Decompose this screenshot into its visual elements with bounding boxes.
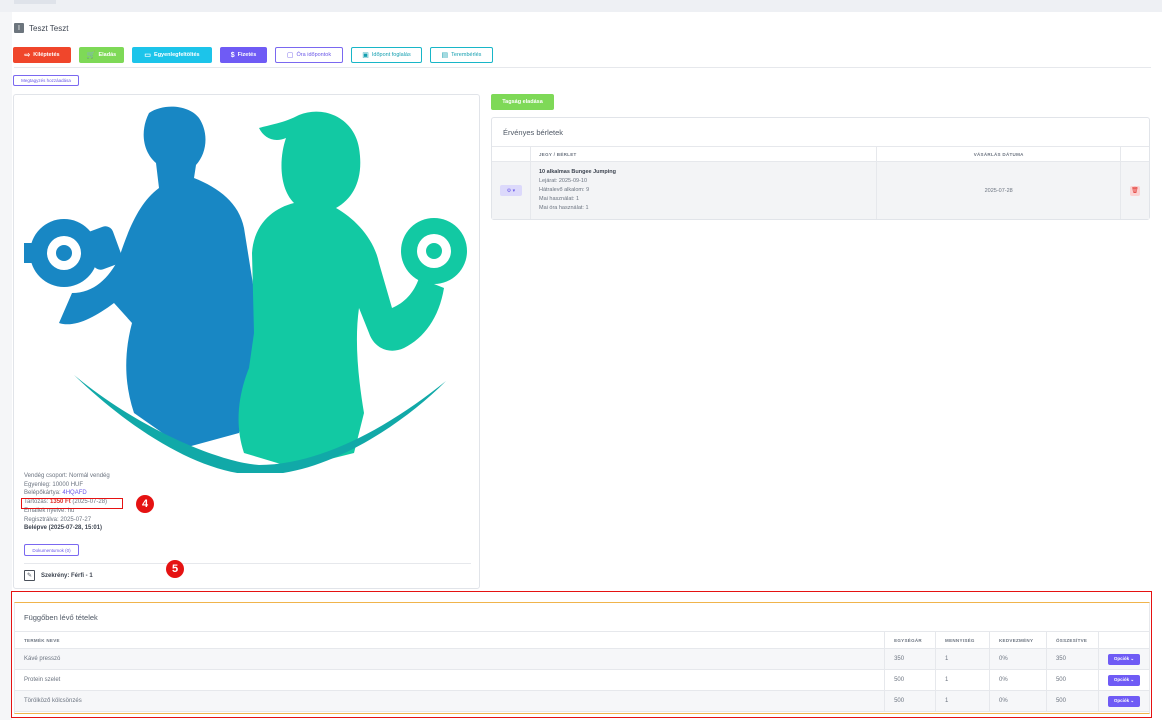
item-options-button[interactable]: Opciók ⌄ [1108,695,1140,707]
pass-options-button[interactable]: ⚙ ▾ [500,185,522,196]
passes-header-actions [492,147,531,162]
calendar-icon: ▢ [286,52,294,59]
trash-icon[interactable]: 🗑 [1129,185,1140,196]
items-header-unit: EGYSÉGÁR [884,631,937,649]
annotation-marker-5: 5 [166,560,184,578]
locker-label: Szekrény: Férfi - 1 [41,572,93,579]
payment-button[interactable]: $ Fizetés [220,47,267,63]
table-row: Törölköző kölcsönzés 500 1 0% 500 Opciók… [15,690,1149,712]
item-unit-price: 500 [884,669,937,691]
items-header-row: TERMÉK NEVE EGYSÉGÁR MENNYISÉG KEDVEZMÉN… [15,631,1149,649]
item-unit-price: 350 [884,648,937,670]
items-header-name: TERMÉK NEVE [15,631,886,649]
item-quantity: 1 [935,669,990,691]
valid-passes-card: Érvényes bérletek JEGY / BÉRLET VÁSÁRLÁS… [491,117,1150,220]
items-header-actions [1098,631,1149,649]
documents-button[interactable]: Dokumentumok (0) [24,544,79,556]
cart-icon: 🛒 [86,52,96,59]
item-name: Törölköző kölcsönzés [15,690,886,712]
table-row: ⚙ ▾ 10 alkalmas Bungee Jumping Lejárat: … [492,161,1149,219]
action-toolbar: ⇨ Kiléptetés 🛒 Eladás ▭ Egyenlegfeltöltés $… [13,47,493,64]
pending-items-card: Függőben lévő tételek TERMÉK NEVE EGYSÉG… [14,602,1150,714]
item-options-cell: Opciók ⌄ [1098,648,1149,670]
item-unit-price: 500 [884,690,937,712]
entry-card: Belépőkártya: 4HQAFD [24,490,87,497]
item-discount: 0% [989,669,1047,691]
item-options-cell: Opciók ⌄ [1098,669,1149,691]
pass-details-cell: 10 alkalmas Bungee Jumping Lejárat: 2025… [530,161,878,219]
table-row: Kávé presszó 350 1 0% 350 Opciók ⌄ [15,648,1149,670]
pass-options-cell: ⚙ ▾ [492,161,531,219]
item-total: 350 [1046,648,1100,670]
item-total: 500 [1046,690,1100,712]
calendar-check-icon: ▣ [362,52,369,59]
item-quantity: 1 [935,648,990,670]
class-times-button[interactable]: ▢ Óra időpontok [275,47,343,63]
item-options-button[interactable]: Opciók ⌄ [1108,653,1140,665]
valid-passes-table: JEGY / BÉRLET VÁSÁRLÁS DÁTUMA ⚙ ▾ 10 alk… [492,147,1149,219]
debt-highlight-box [21,498,123,509]
edit-icon[interactable]: ✎ [24,570,35,581]
items-header-discount: KEDVEZMÉNY [989,631,1047,649]
fitness-logo-image [24,106,467,473]
passes-header-delete [1120,147,1149,162]
item-name: Kávé presszó [15,648,886,670]
checkout-button[interactable]: ⇨ Kiléptetés [13,47,71,63]
sell-membership-button[interactable]: Tagság eladása [491,94,554,110]
sell-button[interactable]: 🛒 Eladás [79,47,124,63]
item-options-cell: Opciók ⌄ [1098,690,1149,712]
item-total: 500 [1046,669,1100,691]
card-icon: ▭ [144,52,152,59]
checked-in-status: Belépve (2025-07-28, 15:01) [24,525,103,532]
item-quantity: 1 [935,690,990,712]
item-options-button[interactable]: Opciók ⌄ [1108,674,1140,686]
topup-button[interactable]: ▭ Egyenlegfeltöltés [132,47,212,63]
annotation-marker-4: 4 [136,495,154,513]
appointment-booking-button[interactable]: ▣ Időpont foglalás [351,47,422,63]
entry-card-link[interactable]: 4HQAFD [62,490,86,496]
pass-remaining: Hátralevő alkalom: 9 [539,187,590,193]
items-header-total: ÖSSZESÍTVE [1046,631,1100,649]
user-initial-badge: I [14,23,24,33]
passes-header-pass: JEGY / BÉRLET [530,147,878,162]
calendar-room-icon: ▤ [441,52,449,59]
locker-row[interactable]: ✎ Szekrény: Férfi - 1 [24,570,93,581]
member-card: Vendég csoport: Normál vendég Egyenleg: … [13,94,480,589]
registered-date: Regisztrálva: 2025-07-27 [24,516,92,523]
item-name: Protein szelet [15,669,886,691]
exit-icon: ⇨ [24,52,31,59]
card-divider [24,563,471,564]
passes-header-row: JEGY / BÉRLET VÁSÁRLÁS DÁTUMA [492,147,1149,162]
add-note-button[interactable]: Megtagyzés hozzáadása [13,75,79,86]
dollar-icon: $ [230,51,235,59]
passes-header-date: VÁSÁRLÁS DÁTUMA [876,147,1121,162]
top-tab[interactable] [14,0,56,4]
pass-today-use: Mai használat: 1 [539,196,580,202]
top-strip [0,0,1162,12]
item-discount: 0% [989,690,1047,712]
pending-items-title: Függőben lévő tételek [24,613,98,622]
pass-delete-cell: 🗑 [1120,161,1149,219]
table-row: Protein szelet 500 1 0% 500 Opciók ⌄ [15,669,1149,691]
toolbar-divider [14,67,1151,68]
pass-today-class-use: Mai óra használat: 1 [539,205,589,211]
pending-items-table: TERMÉK NEVE EGYSÉGÁR MENNYISÉG KEDVEZMÉN… [15,631,1149,712]
room-rental-button[interactable]: ▤ Terembérlés [430,47,493,63]
guest-group: Vendég csoport: Normál vendég [24,473,110,479]
user-name: Teszt Teszt [29,23,69,33]
pass-expiry: Lejárat: 2025-09-10 [539,178,588,184]
item-discount: 0% [989,648,1047,670]
user-header: I Teszt Teszt [14,22,68,34]
pass-purchase-date: 2025-07-28 [876,161,1121,219]
pass-name: 10 alkalmas Bungee Jumping [539,169,617,175]
valid-passes-title: Érvényes bérletek [503,128,564,137]
items-header-qty: MENNYISÉG [935,631,990,649]
balance: Egyenleg: 10000 HUF [24,481,84,488]
